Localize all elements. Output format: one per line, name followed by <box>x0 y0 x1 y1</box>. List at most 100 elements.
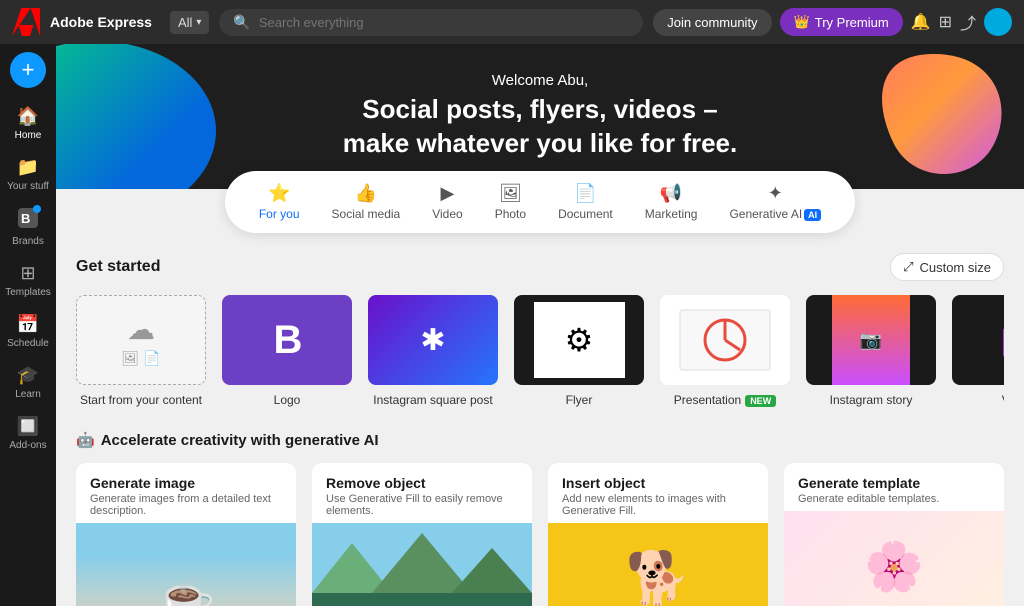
template-item-start[interactable]: ☁ 🖼 📄 Start from your content <box>76 295 206 407</box>
get-started-title: Get started <box>76 258 160 276</box>
ai-card-remove-object[interactable]: Remove object Use Generative Fill to eas… <box>312 463 532 606</box>
sidebar-your-stuff-label: Your stuff <box>7 181 49 192</box>
thumbs-up-icon: 👍 <box>355 183 377 204</box>
ai-card-generate-template[interactable]: Generate template Generate editable temp… <box>784 463 1004 606</box>
template-item-flyer[interactable]: ⚙ Flyer <box>514 295 644 407</box>
sidebar-item-learn[interactable]: 🎓 Learn <box>3 359 53 406</box>
try-premium-button[interactable]: 👑 Try Premium <box>780 8 903 36</box>
hero-deco-shape <box>834 44 1014 184</box>
ai-badge: AI <box>804 209 821 221</box>
template-item-story[interactable]: 📷 Instagram story <box>806 295 936 407</box>
sidebar-item-schedule[interactable]: 📅 Schedule <box>3 308 53 355</box>
resize-icon: ⤢ <box>903 259 913 275</box>
instagram-icon: ✱ <box>420 323 445 358</box>
template-thumb-flyer: ⚙ <box>514 295 644 385</box>
tab-photo-label: Photo <box>495 207 526 221</box>
flyer-icon: ⚙ <box>565 321 594 359</box>
search-bar[interactable]: 🔍 <box>219 9 643 36</box>
content-area: Get started ⤢ Custom size ☁ 🖼 📄 <box>56 233 1024 415</box>
tab-social-media[interactable]: 👍 Social media <box>318 177 415 227</box>
photo-icon: 🖼 <box>499 183 522 204</box>
upload-icon: ☁ <box>127 313 155 346</box>
template-label-story: Instagram story <box>830 393 913 407</box>
learn-icon: 🎓 <box>17 365 39 386</box>
template-item-instagram[interactable]: ✱ Instagram square post <box>368 295 498 407</box>
ai-section: 🤖 Accelerate creativity with generative … <box>56 415 1024 606</box>
brands-icon: B <box>18 208 38 233</box>
tab-generative-ai-label: Generative AIAI <box>729 207 821 221</box>
tab-video[interactable]: ▶ Video <box>418 177 476 227</box>
lake-image <box>312 523 532 606</box>
home-icon: 🏠 <box>17 106 39 127</box>
sidebar-item-templates[interactable]: ⊞ Templates <box>3 257 53 304</box>
ai-cards: Generate image Generate images from a de… <box>76 463 1004 606</box>
search-category-dropdown[interactable]: All ▾ <box>170 11 209 34</box>
tab-for-you-label: For you <box>259 207 300 221</box>
ai-card-insert-object[interactable]: Insert object Add new elements to images… <box>548 463 768 606</box>
crown-icon: 👑 <box>794 14 810 30</box>
ai-section-icon: 🤖 <box>76 431 95 449</box>
template-label-flyer: Flyer <box>566 393 593 407</box>
main-layout: + 🏠 Home 📁 Your stuff B Brands ⊞ Templat… <box>0 44 1024 606</box>
avatar[interactable] <box>984 8 1012 36</box>
ai-card-generate-title: Generate image <box>90 475 282 491</box>
notifications-icon[interactable]: 🔔 <box>911 12 931 32</box>
ai-card-insert-title: Insert object <box>562 475 754 491</box>
hero-welcome: Welcome Abu, <box>343 72 738 89</box>
template-label-instagram: Instagram square post <box>373 393 492 407</box>
template-thumb-story: 📷 <box>806 295 936 385</box>
custom-size-button[interactable]: ⤢ Custom size <box>890 253 1004 281</box>
ai-sparkle-icon: ✦ <box>768 183 783 204</box>
template-item-logo[interactable]: B Logo <box>222 295 352 407</box>
story-icon: 📷 <box>860 330 882 351</box>
ai-card-insert-desc: Add new elements to images with Generati… <box>562 493 754 517</box>
tab-document[interactable]: 📄 Document <box>544 177 627 227</box>
sidebar: + 🏠 Home 📁 Your stuff B Brands ⊞ Templat… <box>0 44 56 606</box>
nav-right: Join community 👑 Try Premium 🔔 ⊞ ⤴ <box>653 8 1012 36</box>
sidebar-item-add-ons[interactable]: 🔲 Add-ons <box>3 410 53 457</box>
hero-text: Welcome Abu, Social posts, flyers, video… <box>343 72 738 161</box>
ai-card-template-desc: Generate editable templates. <box>798 493 990 505</box>
folder-icon: 📁 <box>17 157 39 178</box>
tab-for-you[interactable]: ⭐ For you <box>245 177 314 227</box>
template-label-start: Start from your content <box>80 393 202 407</box>
create-button[interactable]: + <box>10 52 46 88</box>
template-thumb-start: ☁ 🖼 📄 <box>76 295 206 385</box>
templates-icon: ⊞ <box>20 263 35 284</box>
grid-icon[interactable]: ⊞ <box>939 12 952 32</box>
tab-marketing-label: Marketing <box>645 207 698 221</box>
search-input[interactable] <box>259 15 629 30</box>
template-thumb-pres <box>660 295 790 385</box>
tab-video-label: Video <box>432 207 462 221</box>
sidebar-brands-label: Brands <box>12 236 44 247</box>
video-play-icon: ▶ <box>1003 319 1004 361</box>
tab-marketing[interactable]: 📢 Marketing <box>631 177 712 227</box>
sidebar-home-label: Home <box>15 130 42 141</box>
sidebar-learn-label: Learn <box>15 389 41 400</box>
image-icon: 🖼 <box>121 350 139 367</box>
share-icon[interactable]: ⤴ <box>960 10 976 34</box>
app-name: Adobe Express <box>50 14 152 30</box>
sidebar-item-home[interactable]: 🏠 Home <box>3 100 53 147</box>
template-thumb-logo: B <box>222 295 352 385</box>
template-label-presentation: PresentationNEW <box>674 393 776 407</box>
template-thumb-video: ▶ <box>952 295 1004 385</box>
sidebar-item-your-stuff[interactable]: 📁 Your stuff <box>3 151 53 198</box>
template-label-video: Video <box>1002 393 1004 407</box>
tab-social-media-label: Social media <box>332 207 401 221</box>
ai-section-title: 🤖 Accelerate creativity with generative … <box>76 431 1004 449</box>
sidebar-item-brands[interactable]: B Brands <box>3 202 53 253</box>
ai-card-generate-image[interactable]: Generate image Generate images from a de… <box>76 463 296 606</box>
tab-generative-ai[interactable]: ✦ Generative AIAI <box>715 177 835 227</box>
ai-card-remove-title: Remove object <box>326 475 518 491</box>
template-item-presentation[interactable]: PresentationNEW <box>660 295 790 407</box>
marketing-icon: 📢 <box>660 183 682 204</box>
join-community-button[interactable]: Join community <box>653 9 771 36</box>
dog-image: 🐕 <box>548 523 768 606</box>
category-tabs: ⭐ For you 👍 Social media ▶ Video 🖼 Photo… <box>225 171 855 233</box>
tab-photo[interactable]: 🖼 Photo <box>481 177 540 227</box>
search-category-label: All <box>178 15 192 30</box>
add-ons-icon: 🔲 <box>17 416 39 437</box>
template-item-video[interactable]: ▶ Video <box>952 295 1004 407</box>
hero-banner: Welcome Abu, Social posts, flyers, video… <box>56 44 1024 189</box>
